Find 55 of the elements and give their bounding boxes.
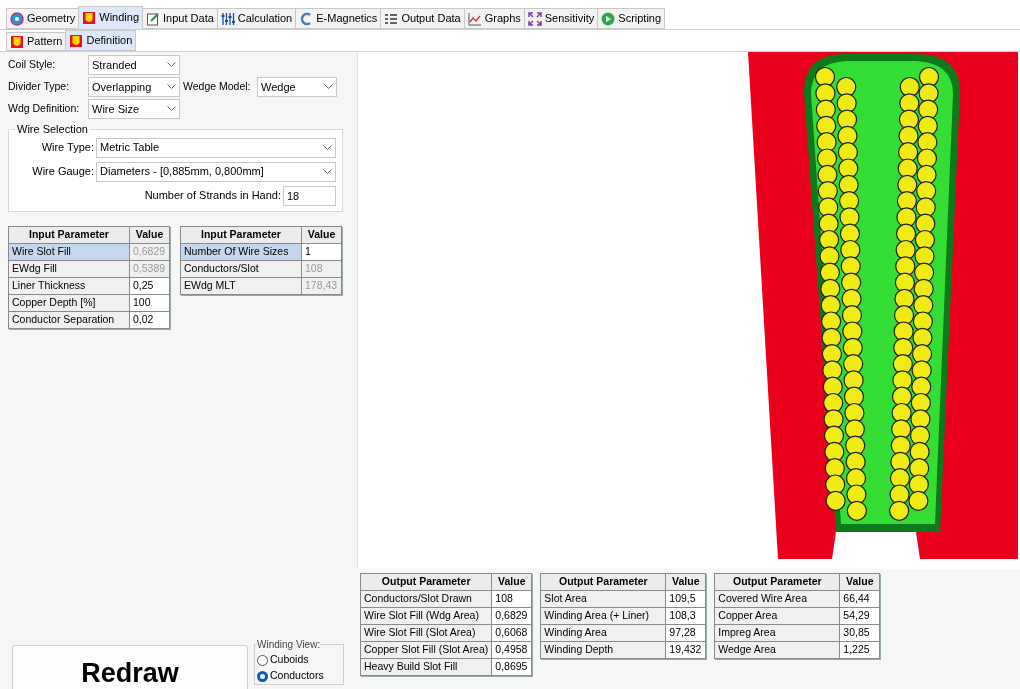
dropdown[interactable]: Stranded [88, 55, 180, 75]
dropdown[interactable]: Metric Table [96, 137, 336, 158]
column-header: Output Parameter [540, 573, 666, 591]
tab[interactable]: Scripting [597, 8, 666, 29]
dropdown[interactable]: Diameters - [0,885mm, 0,800mm] [96, 161, 336, 182]
chevron-down-icon [167, 62, 176, 68]
field-label: Divider Type: [8, 79, 71, 95]
tab[interactable]: Pattern [6, 32, 67, 51]
tab[interactable]: Graphs [463, 8, 525, 29]
column-header: Output Parameter [360, 573, 492, 591]
list-icon [384, 11, 399, 26]
column-header: Input Parameter [180, 226, 302, 243]
column-header: Value [839, 573, 880, 591]
tab[interactable]: Winding [78, 6, 144, 29]
field-label: Wedge Model: [183, 79, 252, 95]
chevron-down-icon [323, 144, 332, 151]
group-title: Wire Selection [16, 122, 89, 137]
field-label: Wire Gauge: [32, 164, 94, 180]
field-label: Wire Type: [41, 140, 94, 156]
column-header: Value [129, 226, 170, 243]
tab[interactable]: E-Magnetics [295, 8, 382, 29]
chevron-down-icon [323, 168, 332, 175]
strands-input[interactable]: 18 [283, 185, 336, 206]
column-header: Output Parameter [714, 573, 840, 591]
radio-button[interactable] [257, 670, 268, 682]
tab[interactable]: Sensitivity [523, 8, 599, 29]
group-title: Winding View: [257, 638, 321, 652]
redraw-button[interactable]: Redraw [12, 645, 248, 689]
chevron-down-icon [167, 84, 176, 90]
line-chart-icon [467, 11, 482, 26]
play-circle-icon [601, 11, 616, 26]
tab[interactable]: Geometry [6, 8, 80, 29]
sliders-icon [220, 11, 235, 26]
expand-arrows-icon [527, 11, 542, 26]
target-icon [10, 11, 24, 26]
radio-label[interactable]: Conductors [270, 668, 324, 684]
dropdown[interactable]: Wire Size [88, 99, 180, 119]
tab[interactable]: Definition [65, 30, 137, 51]
field-label: Coil Style: [8, 57, 57, 73]
radio-label[interactable]: Cuboids [270, 652, 309, 668]
tab[interactable]: Output Data [380, 8, 465, 29]
column-header: Value [665, 573, 706, 591]
column-header: Value [301, 226, 342, 243]
chevron-down-icon [167, 106, 176, 112]
field-label: Number of Strands in Hand: [144, 188, 281, 204]
tab[interactable]: Calculation [216, 8, 297, 29]
radio-button[interactable] [257, 654, 268, 666]
dropdown[interactable]: Wedge [257, 77, 337, 97]
field-label: Wdg Definition: [8, 101, 81, 117]
tab[interactable]: Input Data [142, 8, 218, 29]
chevron-down-icon [324, 84, 333, 90]
dropdown[interactable]: Overlapping [88, 77, 180, 97]
column-header: Input Parameter [8, 226, 130, 243]
column-header: Value [491, 573, 532, 591]
form-icon [146, 11, 161, 26]
